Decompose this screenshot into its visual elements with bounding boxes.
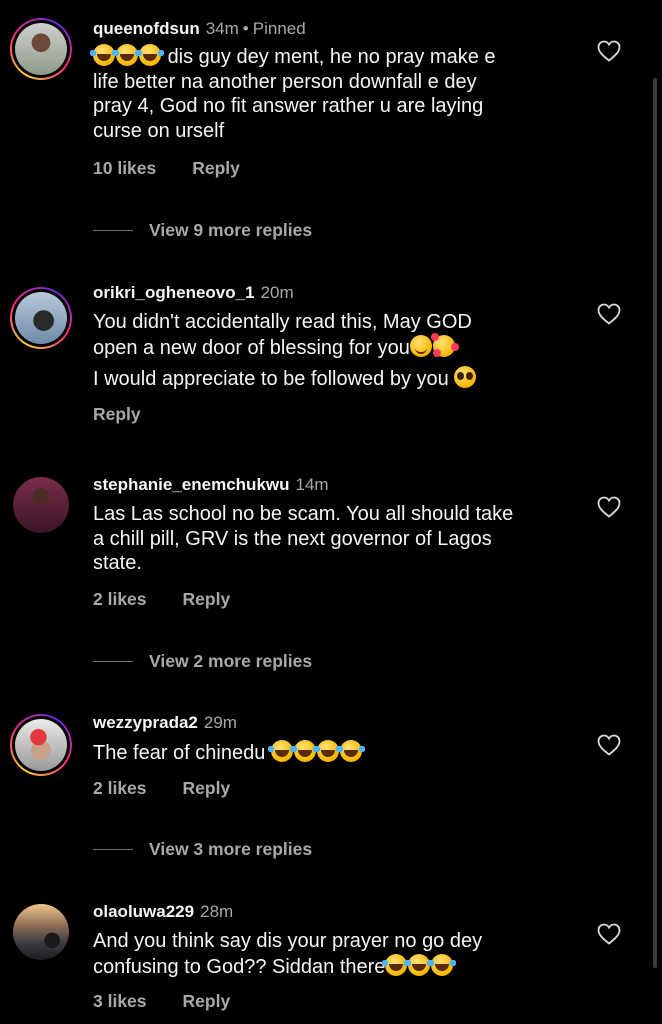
comment-header: olaoluwa229 28m — [93, 901, 233, 923]
laugh-emoji-icon — [313, 740, 342, 762]
heart-icon[interactable] — [597, 923, 621, 945]
comment-header: stephanie_enemchukwu 14m — [93, 474, 329, 496]
comment-text-line: And you think say dis your prayer no go … — [93, 930, 483, 952]
hearts-emoji-icon — [430, 332, 455, 357]
comment-actions: 10 likes Reply — [93, 158, 240, 179]
comment-text-line: dis guy dey ment, he no pray make e — [167, 46, 496, 68]
heart-icon[interactable] — [597, 734, 621, 756]
comment-text: Las Las school no be scam. You all shoul… — [93, 502, 573, 576]
comment-text-line: The fear of chinedu — [93, 742, 266, 764]
scrollbar[interactable] — [653, 78, 657, 968]
likes-count[interactable]: 3 likes — [93, 991, 147, 1011]
comment-actions: 2 likes Reply — [93, 778, 230, 799]
heart-icon[interactable] — [597, 496, 621, 518]
heart-icon[interactable] — [597, 303, 621, 325]
laugh-emoji-icon — [428, 953, 457, 976]
username[interactable]: orikri_ogheneovo_1 — [93, 283, 255, 302]
comment-text-line: I would appreciate to be followed by you — [93, 368, 449, 390]
username[interactable]: stephanie_enemchukwu — [93, 475, 290, 494]
comment-text-line: Las Las school no be scam. You all shoul… — [93, 503, 514, 525]
username[interactable]: queenofdsun — [93, 19, 200, 38]
timestamp: 14m — [295, 475, 329, 494]
comment-text: The fear of chinedu — [93, 740, 573, 766]
comment-header: orikri_ogheneovo_1 20m — [93, 282, 294, 304]
likes-count[interactable]: 2 likes — [93, 589, 147, 609]
view-more-label: View 3 more replies — [149, 838, 313, 859]
avatar-image — [15, 719, 67, 771]
comment-text-line: You didn't accidentally read this, May G… — [93, 311, 472, 333]
reply-button[interactable]: Reply — [192, 158, 240, 178]
heart-icon[interactable] — [597, 40, 621, 62]
reply-button[interactable]: Reply — [183, 589, 231, 609]
reply-button[interactable]: Reply — [183, 778, 231, 798]
laugh-emoji-icon — [405, 953, 434, 976]
laugh-emoji-icon — [267, 740, 296, 762]
comment-text-line: curse on urself — [93, 119, 225, 142]
comment-text: And you think say dis your prayer no go … — [93, 929, 573, 979]
smile-emoji-icon — [409, 334, 432, 357]
comment-actions: Reply — [93, 404, 141, 425]
view-more-replies-button[interactable]: View 2 more replies — [93, 650, 312, 672]
timestamp: 34m — [205, 19, 239, 38]
avatar[interactable] — [10, 714, 72, 776]
pleading-emoji-icon — [454, 366, 477, 388]
comment-header: queenofdsun 34m • Pinned — [93, 18, 306, 40]
avatar[interactable] — [10, 18, 72, 80]
timestamp: 20m — [260, 283, 294, 302]
view-more-label: View 9 more replies — [149, 219, 313, 240]
timestamp: 29m — [203, 713, 237, 732]
avatar[interactable] — [10, 474, 72, 536]
username[interactable]: wezzyprada2 — [93, 713, 198, 732]
reply-button[interactable]: Reply — [93, 404, 141, 424]
laugh-emoji-icon — [90, 44, 118, 66]
divider-line — [93, 848, 133, 850]
username[interactable]: olaoluwa229 — [93, 902, 194, 921]
reply-button[interactable]: Reply — [183, 991, 231, 1011]
divider-line — [93, 660, 133, 662]
comment-text-line: a chill pill, GRV is the next governor o… — [93, 527, 492, 550]
comment-text: dis guy dey ment, he no pray make e life… — [90, 44, 573, 143]
laugh-emoji-icon — [113, 44, 141, 66]
comment-header: wezzyprada2 29m — [93, 712, 237, 734]
divider-line — [93, 229, 133, 231]
laugh-emoji-icon — [382, 953, 411, 976]
avatar-image — [13, 477, 69, 533]
likes-count[interactable]: 10 likes — [93, 158, 156, 178]
laugh-emoji-icon — [290, 740, 319, 762]
view-more-replies-button[interactable]: View 9 more replies — [93, 219, 312, 241]
timestamp: 28m — [200, 902, 234, 921]
avatar-image — [13, 904, 69, 960]
comment-text-line: pray 4, God no fit answer rather u are l… — [93, 95, 484, 117]
view-more-label: View 2 more replies — [149, 650, 313, 671]
comment-text-line: open a new door of blessing for you — [93, 336, 410, 359]
likes-count[interactable]: 2 likes — [93, 778, 147, 798]
comment-text-line: confusing to God?? Siddan there — [93, 955, 386, 978]
comment-text: You didn't accidentally read this, May G… — [93, 310, 573, 392]
pinned-label: Pinned — [252, 19, 306, 38]
comments-feed: queenofdsun 34m • Pinned dis guy dey ment, … — [0, 0, 662, 1024]
laugh-emoji-icon — [136, 44, 164, 66]
separator-dot: • — [242, 19, 249, 38]
comment-text-line: state. — [93, 552, 142, 574]
view-more-replies-button[interactable]: View 3 more replies — [93, 838, 312, 860]
comment-text-line: life better na another person downfall e… — [93, 70, 477, 93]
avatar[interactable] — [10, 901, 72, 963]
avatar[interactable] — [10, 287, 72, 349]
laugh-emoji-icon — [336, 740, 365, 762]
avatar-image — [15, 23, 67, 75]
comment-actions: 3 likes Reply — [93, 991, 230, 1012]
comment-actions: 2 likes Reply — [93, 589, 230, 610]
avatar-image — [15, 292, 67, 344]
